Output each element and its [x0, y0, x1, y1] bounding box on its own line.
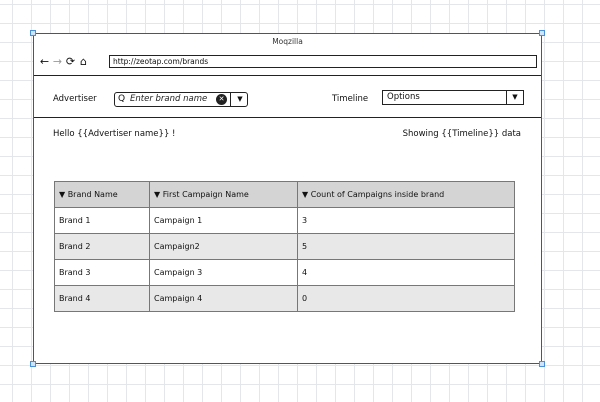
- campaign-count-cell: 0: [297, 285, 515, 312]
- campaign-count-cell: 3: [297, 207, 515, 234]
- brand-name-cell: Brand 2: [54, 233, 150, 260]
- brand-name-cell: Brand 4: [54, 285, 150, 312]
- timeline-select-value: Options: [387, 92, 420, 102]
- search-icon: Q: [118, 94, 126, 104]
- table-row[interactable]: Brand 2 Campaign2 5: [54, 233, 515, 260]
- clear-icon[interactable]: ✕: [216, 94, 227, 105]
- table-header-row: ▼ Brand Name ▼ First Campaign Name ▼ Cou…: [54, 181, 515, 208]
- window-title: Moqzilla: [272, 37, 303, 46]
- chevron-down-icon[interactable]: ▼: [230, 92, 249, 107]
- greeting-text: Hello {{Advertiser name}} !: [53, 129, 176, 139]
- column-header-first-campaign[interactable]: ▼ First Campaign Name: [149, 181, 298, 208]
- brand-search-combobox[interactable]: Q Enter brand name ✕ ▼: [114, 92, 248, 107]
- brand-name-cell: Brand 3: [54, 259, 150, 286]
- timeline-label: Timeline: [332, 94, 369, 104]
- showing-text: Showing {{Timeline}} data: [402, 129, 521, 139]
- browser-nav: ← → ⟳ ⌂: [38, 54, 90, 70]
- forward-icon[interactable]: →: [51, 54, 64, 70]
- table-row[interactable]: Brand 4 Campaign 4 0: [54, 285, 515, 312]
- reload-icon[interactable]: ⟳: [64, 54, 77, 70]
- toolbar-divider: [34, 75, 541, 76]
- campaign-name-cell: Campaign 4: [149, 285, 298, 312]
- back-icon[interactable]: ←: [38, 54, 51, 70]
- campaign-count-cell: 5: [297, 233, 515, 260]
- campaign-count-cell: 4: [297, 259, 515, 286]
- timeline-select[interactable]: Options ▼: [382, 90, 524, 105]
- campaign-name-cell: Campaign 3: [149, 259, 298, 286]
- resize-handle-top-left[interactable]: [30, 30, 36, 36]
- resize-handle-bottom-right[interactable]: [539, 361, 545, 367]
- address-bar[interactable]: http://zeotap.com/brands: [109, 55, 537, 68]
- campaign-name-cell: Campaign 1: [149, 207, 298, 234]
- column-header-campaign-count[interactable]: ▼ Count of Campaigns inside brand: [297, 181, 515, 208]
- brand-name-cell: Brand 1: [54, 207, 150, 234]
- table-row[interactable]: Brand 1 Campaign 1 3: [54, 207, 515, 234]
- resize-handle-top-right[interactable]: [539, 30, 545, 36]
- column-header-brand-name[interactable]: ▼ Brand Name: [54, 181, 150, 208]
- brands-table: ▼ Brand Name ▼ First Campaign Name ▼ Cou…: [54, 181, 515, 312]
- chevron-down-icon[interactable]: ▼: [506, 91, 523, 104]
- campaign-name-cell: Campaign2: [149, 233, 298, 260]
- advertiser-label: Advertiser: [53, 94, 97, 104]
- brand-search-input[interactable]: Enter brand name: [130, 93, 207, 106]
- browser-window: Moqzilla ← → ⟳ ⌂ http://zeotap.com/brand…: [33, 33, 542, 364]
- home-icon[interactable]: ⌂: [77, 54, 90, 70]
- filter-divider: [34, 117, 541, 118]
- resize-handle-bottom-left[interactable]: [30, 361, 36, 367]
- table-row[interactable]: Brand 3 Campaign 3 4: [54, 259, 515, 286]
